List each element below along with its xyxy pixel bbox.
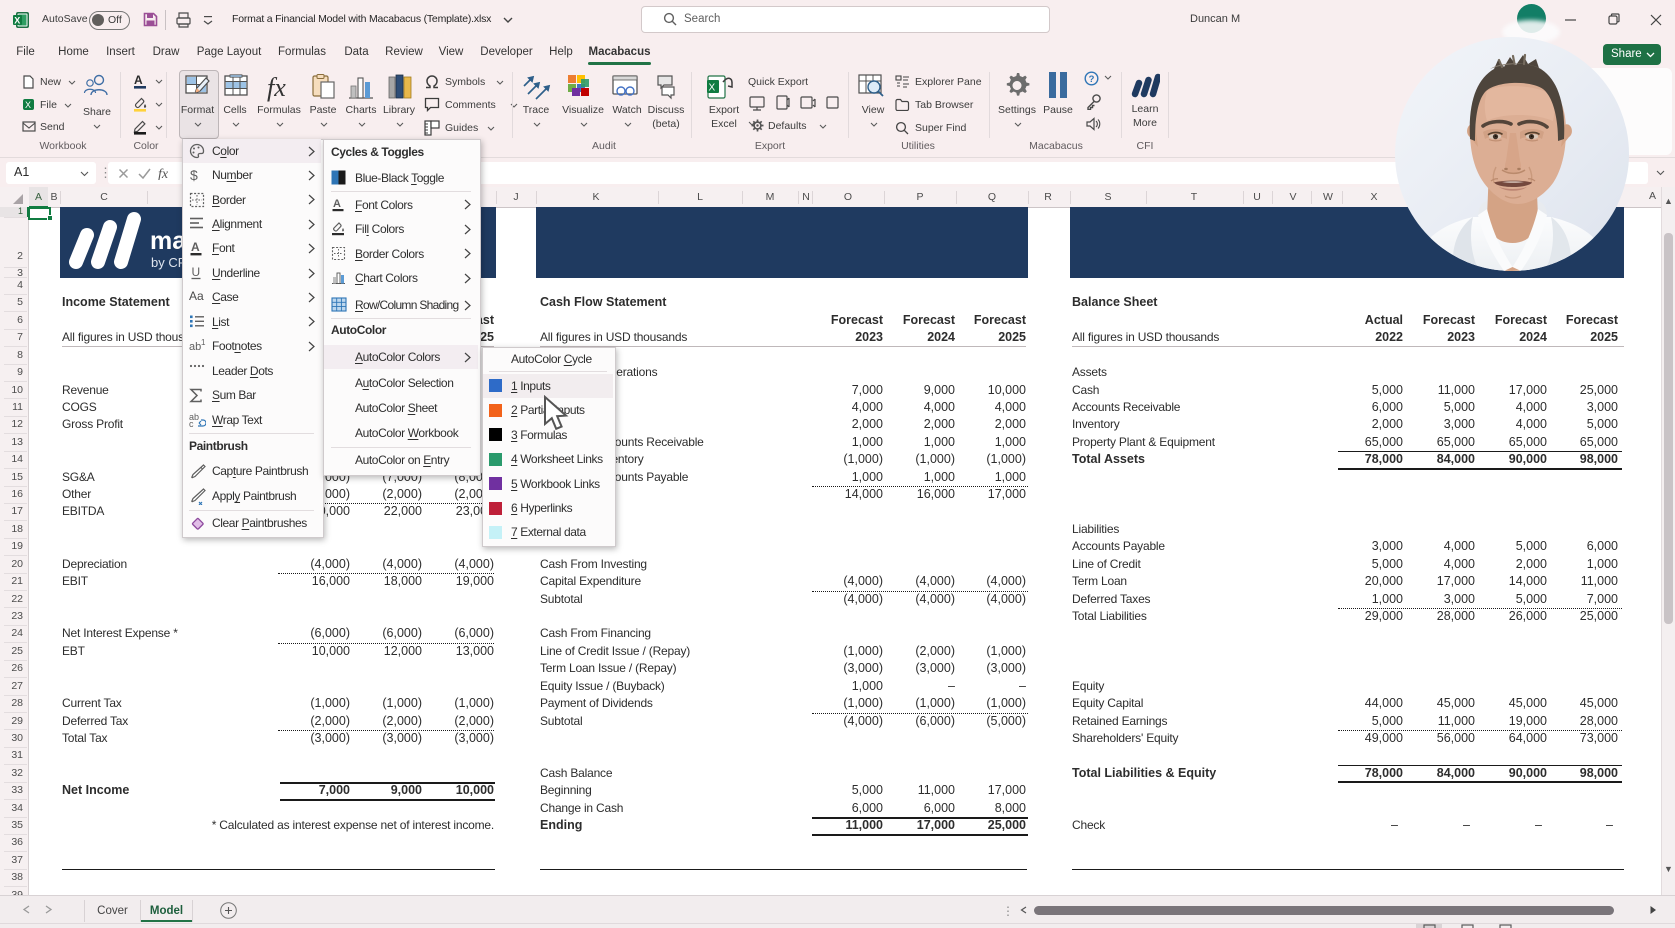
svg-text:A: A bbox=[333, 198, 341, 210]
svg-text:Aa: Aa bbox=[189, 289, 204, 303]
svg-text:X: X bbox=[14, 16, 20, 26]
svg-text:A: A bbox=[191, 240, 200, 254]
svg-text:A: A bbox=[134, 73, 143, 87]
svg-text:U: U bbox=[192, 265, 201, 279]
svg-text:ab: ab bbox=[189, 341, 201, 353]
svg-text:fx: fx bbox=[158, 167, 169, 180]
svg-text:$: $ bbox=[190, 167, 198, 183]
svg-text:X: X bbox=[709, 83, 716, 94]
svg-text:fx: fx bbox=[267, 74, 286, 102]
svg-text:1: 1 bbox=[201, 338, 206, 347]
svg-text:c: c bbox=[189, 419, 194, 428]
svg-text:?: ? bbox=[1089, 74, 1095, 85]
